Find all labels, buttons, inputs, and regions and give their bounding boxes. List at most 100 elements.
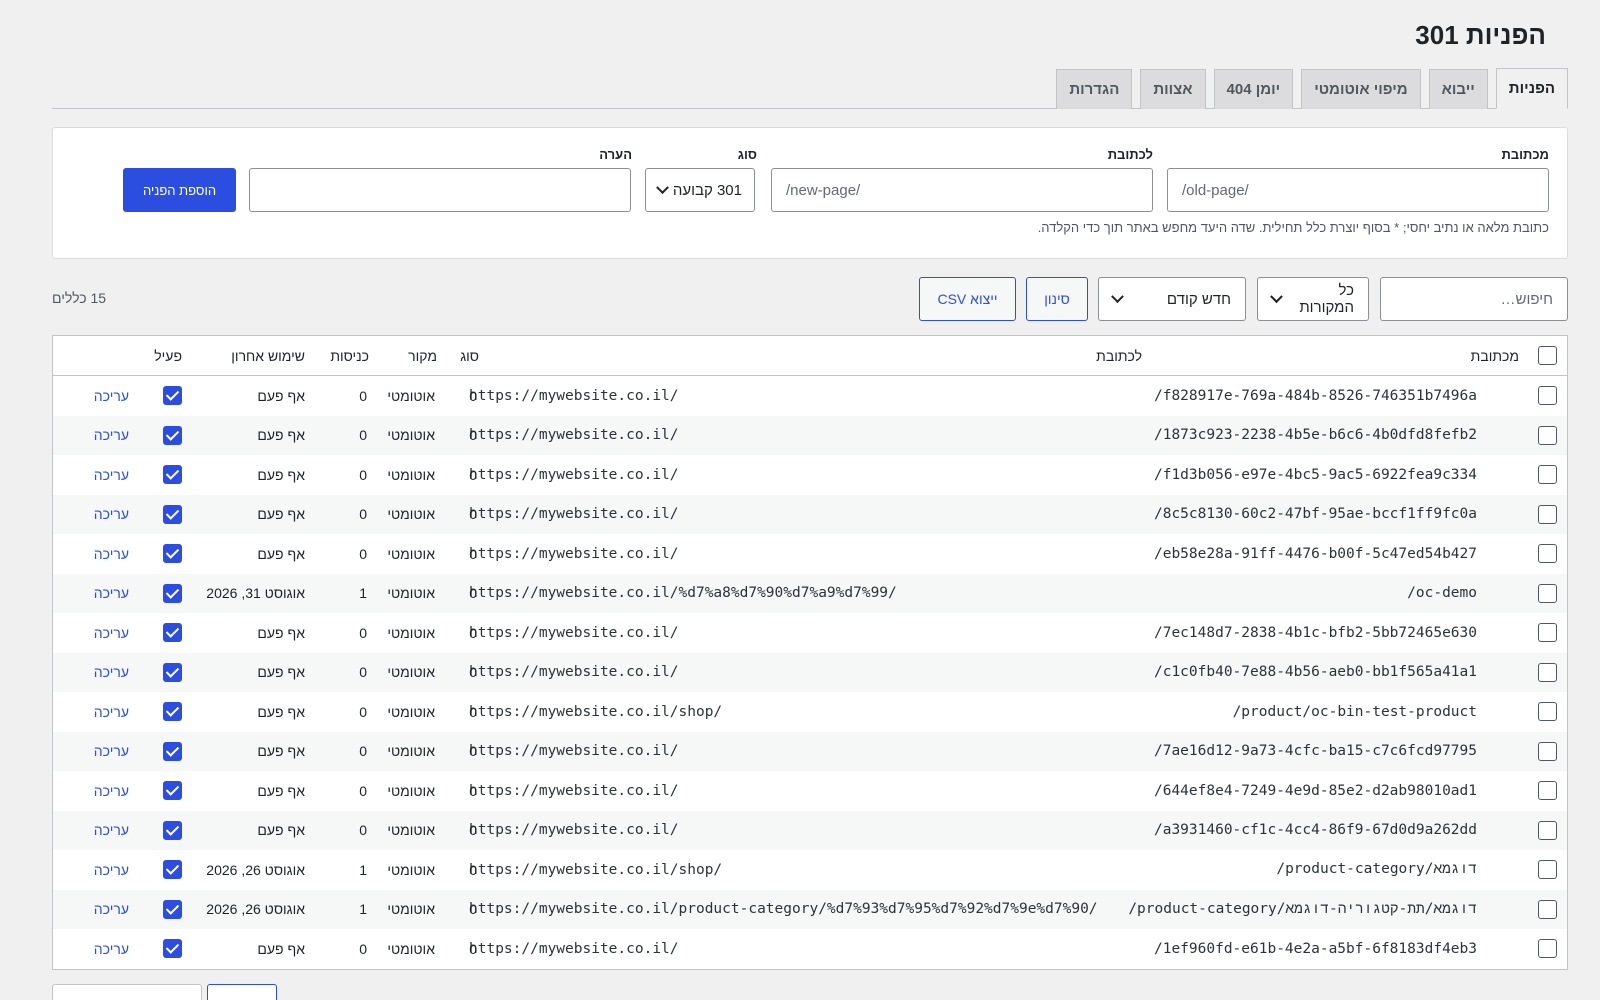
pagination-button[interactable] [207,984,277,1000]
header-type[interactable]: סוג [460,336,479,375]
active-toggle-checkbox[interactable] [163,939,182,959]
header-last-used[interactable]: שימוש אחרון [231,336,305,375]
active-toggle-checkbox[interactable] [163,781,182,801]
row-checkbox[interactable] [1538,386,1557,406]
row-checkbox[interactable] [1538,465,1557,485]
active-toggle-checkbox[interactable] [163,702,182,722]
source-filter-select[interactable]: כל המקורות [1257,277,1369,321]
edit-link[interactable]: עריכה [94,613,129,653]
edit-link[interactable]: עריכה [94,850,129,890]
edit-link[interactable]: עריכה [94,574,129,614]
edit-link[interactable]: עריכה [94,692,129,732]
active-toggle-checkbox[interactable] [163,465,182,485]
header-active: פעיל [154,347,182,364]
target-input[interactable]: /new-page/ [771,168,1153,212]
edit-link[interactable]: עריכה [94,811,129,851]
row-to: https://mywebsite.co.il/ [469,782,679,799]
row-checkbox[interactable] [1538,781,1557,801]
edit-link[interactable]: עריכה [94,416,129,456]
filter-button[interactable]: סינון [1026,277,1088,321]
edit-link[interactable]: עריכה [94,929,129,969]
select-all-checkbox[interactable] [1538,346,1557,365]
active-toggle-checkbox[interactable] [163,425,182,445]
active-toggle-checkbox[interactable] [163,544,182,564]
edit-link[interactable]: עריכה [94,890,129,930]
export-csv-button[interactable]: ייצוא CSV [919,277,1016,321]
row-hits: 0 [359,664,367,681]
row-to: https://mywebsite.co.il/%d7%a8%d7%90%d7%… [469,585,897,602]
row-checkbox[interactable] [1538,425,1557,445]
tab-settings[interactable]: הגדרות [1056,69,1133,109]
row-from: /7ae16d12-9a73-4cfc-ba15-c7c6fcd97795 [1153,743,1477,760]
active-toggle-checkbox[interactable] [163,899,182,919]
row-from: /oc-demo [1407,585,1477,602]
source-label: מכתובת [1501,147,1549,162]
row-type: 0 [469,822,477,839]
edit-link[interactable]: עריכה [94,732,129,772]
header-source[interactable]: מקור [408,336,437,375]
row-to: https://mywebsite.co.il/ [469,743,679,760]
active-toggle-checkbox[interactable] [163,623,182,643]
active-toggle-checkbox[interactable] [163,386,182,406]
row-to: https://mywebsite.co.il/ [469,624,679,641]
tab-auto-mapping[interactable]: מיפוי אוטומטי [1301,69,1421,109]
row-active-cell [163,613,182,653]
row-checkbox[interactable] [1538,702,1557,722]
active-toggle-checkbox[interactable] [163,504,182,524]
row-checkbox[interactable] [1538,583,1557,603]
add-redirect-button[interactable]: הוספת הפניה [123,168,236,212]
sort-value: חדש קודם [1166,290,1231,308]
tab-batches[interactable]: אצוות [1140,69,1206,109]
row-from: /product-category/דוגמא [1276,861,1477,878]
search-input[interactable]: חיפוש… [1380,277,1568,321]
pagination-control[interactable] [52,984,202,1000]
edit-link[interactable]: עריכה [94,495,129,535]
row-hits: 0 [359,822,367,839]
header-hits[interactable]: כניסות [330,336,369,375]
active-toggle-checkbox[interactable] [163,662,182,682]
table-row: /c1c0fb40-7e88-4b56-aeb0-bb1f565a41a1 ht… [53,652,1567,693]
row-checkbox[interactable] [1538,939,1557,959]
tab-import[interactable]: ייבוא [1428,69,1488,109]
active-toggle-checkbox[interactable] [163,820,182,840]
row-checkbox[interactable] [1538,623,1557,643]
active-toggle-checkbox[interactable] [163,860,182,880]
tab-404-log[interactable]: יומן 404 [1213,69,1294,109]
row-checkbox[interactable] [1538,820,1557,840]
source-input[interactable]: /old-page/ [1167,168,1549,212]
sort-select[interactable]: חדש קודם [1098,277,1246,321]
rules-count: 15 כללים [52,290,107,306]
header-to[interactable]: לכתובת [1096,336,1142,375]
tab-redirects[interactable]: הפניות [1495,68,1568,109]
row-active-cell [163,416,182,456]
row-last-used: אף פעם [257,703,305,720]
row-last-used: אוגוסט 31, 2026 [206,585,305,602]
header-from[interactable]: מכתובת [1471,336,1519,375]
row-checkbox[interactable] [1538,544,1557,564]
active-toggle-checkbox[interactable] [163,741,182,761]
type-select[interactable]: 301 קבועה [645,168,755,212]
row-to: https://mywebsite.co.il/shop/ [469,703,723,720]
row-select-cell [1538,653,1557,693]
row-from: /product/oc-bin-test-product [1232,703,1477,720]
row-last-used: אף פעם [257,940,305,957]
edit-link[interactable]: עריכה [94,534,129,574]
row-checkbox[interactable] [1538,899,1557,919]
edit-link[interactable]: עריכה [94,455,129,495]
active-toggle-checkbox[interactable] [163,583,182,603]
row-checkbox[interactable] [1538,504,1557,524]
row-from: /1873c923-2238-4b5e-b6c6-4b0dfd8fefb2 [1153,427,1477,444]
note-input[interactable] [249,168,631,212]
row-select-cell [1538,455,1557,495]
row-source: אוטומטי [387,782,435,799]
row-select-cell [1538,613,1557,653]
row-from: /eb58e28a-91ff-4476-b00f-5c47ed54b427 [1153,545,1477,562]
row-checkbox[interactable] [1538,860,1557,880]
edit-link[interactable]: עריכה [94,653,129,693]
row-last-used: אף פעם [257,466,305,483]
edit-link[interactable]: עריכה [94,376,129,416]
row-checkbox[interactable] [1538,662,1557,682]
edit-link[interactable]: עריכה [94,771,129,811]
row-last-used: אף פעם [257,506,305,523]
row-checkbox[interactable] [1538,741,1557,761]
